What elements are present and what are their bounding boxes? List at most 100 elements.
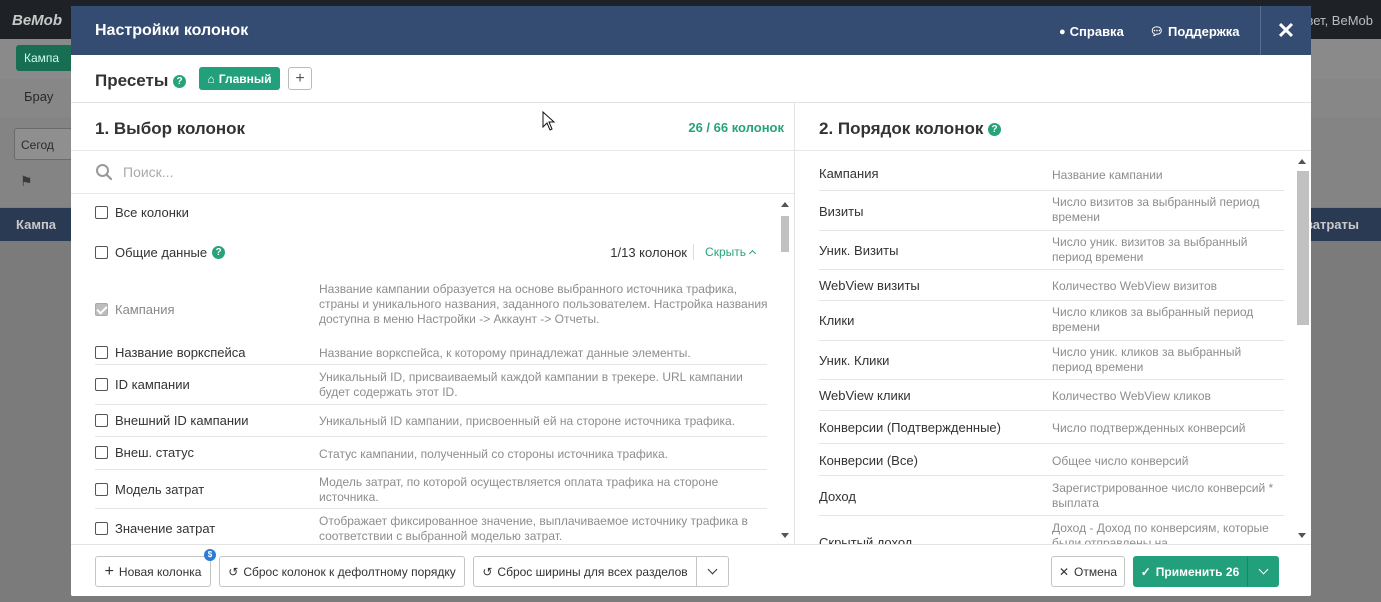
preset-main-label: Главный (218, 71, 272, 86)
divider (693, 244, 694, 260)
order-item[interactable]: Визиты Число визитов за выбранный период… (819, 191, 1284, 231)
support-link[interactable]: 💬︎ Поддержка (1150, 24, 1240, 39)
column-item-desc: Статус кампании, полученный со стороны и… (319, 447, 668, 461)
order-item-name: Визиты (819, 204, 864, 219)
checkbox-checked[interactable] (95, 303, 108, 316)
help-link[interactable]: ● Справка (1059, 24, 1124, 39)
order-item-desc: Число уник. кликов за выбранный период в… (1052, 345, 1242, 374)
hide-label: Скрыть (705, 245, 746, 259)
group-hide-toggle[interactable]: Скрыть (705, 245, 757, 259)
scroll-up-arrow[interactable] (781, 202, 789, 207)
group-general-data: Общие данные ? 1/13 колонок Скрыть (95, 244, 765, 260)
right-scrollbar[interactable] (1295, 155, 1309, 544)
reset-order-button[interactable]: ↺ Сброс колонок к дефолтному порядку (219, 556, 465, 587)
close-icon: ✕ (1058, 564, 1069, 579)
history-icon: ↺ (482, 564, 493, 579)
group-checkbox[interactable] (95, 246, 108, 259)
new-column-button[interactable]: + Новая колонка (95, 556, 211, 587)
column-item[interactable]: Внеш. статус Статус кампании, полученный… (95, 437, 767, 470)
reset-width-dropdown[interactable] (696, 556, 729, 587)
order-item-name: Уник. Визиты (819, 243, 899, 258)
presets-help-icon[interactable]: ? (173, 75, 187, 89)
chevron-down-icon (1258, 564, 1268, 575)
column-selection-title: 1. Выбор колонок (95, 119, 246, 138)
column-item[interactable]: Модель затрат Модель затрат, по которой … (95, 470, 767, 509)
add-preset-button[interactable]: + (288, 67, 312, 90)
check-icon: ✓ (1140, 564, 1151, 579)
search-input[interactable] (123, 160, 723, 184)
chevron-down-icon (707, 564, 718, 575)
divider (795, 150, 1311, 151)
bg-flag-icon: ⚑ (20, 173, 33, 189)
column-item[interactable]: Кампания Название кампании образуется на… (95, 282, 768, 338)
order-item-name: Конверсии (Все) (819, 453, 918, 468)
column-item-label: Кампания (115, 302, 175, 317)
bg-date-filter: Сегод (14, 128, 74, 160)
order-item[interactable]: Уник. Визиты Число уник. визитов за выбр… (819, 231, 1284, 270)
bg-campaigns-tab: Кампа (16, 45, 76, 71)
mouse-cursor-icon (542, 111, 556, 131)
scroll-down-arrow[interactable] (1298, 533, 1306, 538)
bg-browser-label: Брау (24, 89, 54, 104)
column-item-label: Значение затрат (115, 521, 216, 536)
order-item-desc: Общее число конверсий (1052, 454, 1189, 468)
scroll-down-arrow[interactable] (781, 533, 789, 538)
column-item[interactable]: Значение затрат Отображает фиксированное… (95, 509, 767, 544)
close-button[interactable]: ✕ (1260, 6, 1311, 55)
column-item[interactable]: ID кампании Уникальный ID, присваиваемый… (95, 365, 767, 405)
order-item-desc: Количество WebView кликов (1052, 389, 1211, 403)
order-item[interactable]: Кампания Название кампании (819, 160, 1284, 191)
column-item[interactable]: Название воркспейса Название воркспейса,… (95, 338, 767, 365)
order-item[interactable]: Клики Число кликов за выбранный период в… (819, 301, 1284, 341)
order-item-desc: Число уник. визитов за выбранный период … (1052, 235, 1248, 264)
apply-dropdown[interactable] (1247, 556, 1279, 587)
column-item-name: Внешний ID кампании (95, 413, 249, 428)
order-item[interactable]: Доход Зарегистрированное число конверсий… (819, 476, 1284, 516)
order-item-name: Скрытый доход (819, 535, 913, 544)
chevron-up-icon (748, 249, 757, 258)
order-item[interactable]: Конверсии (Подтвержденные) Число подтвер… (819, 411, 1284, 444)
column-order-help-icon[interactable]: ? (988, 123, 1002, 137)
column-item-name: ID кампании (95, 377, 190, 392)
checkbox[interactable] (95, 483, 108, 496)
bg-logo: BeMob (12, 12, 62, 29)
preset-main-button[interactable]: ⌂ Главный (199, 67, 280, 90)
home-icon: ⌂ (207, 71, 215, 86)
order-item[interactable]: Конверсии (Все) Общее число конверсий (819, 444, 1284, 476)
scroll-thumb[interactable] (1297, 171, 1309, 325)
column-item[interactable]: Внешний ID кампании Уникальный ID кампан… (95, 405, 767, 437)
question-circle-icon: ● (1059, 25, 1066, 38)
checkbox[interactable] (95, 522, 108, 535)
order-item[interactable]: WebView визиты Количество WebView визито… (819, 270, 1284, 301)
reset-width-button[interactable]: ↺ Сброс ширины для всех разделов (473, 556, 697, 587)
order-item[interactable]: Уник. Клики Число уник. кликов за выбран… (819, 341, 1284, 380)
dollar-badge-icon: $ (204, 549, 216, 561)
column-item-name: Значение затрат (95, 521, 215, 536)
order-item-desc: Зарегистрированное число конверсий * вып… (1052, 481, 1274, 510)
group-label: Общие данные (115, 245, 208, 260)
cancel-button[interactable]: ✕ Отмена (1051, 556, 1125, 587)
column-item-name: Внеш. статус (95, 445, 194, 460)
order-item[interactable]: Скрытый доход Доход - Доход по конверсия… (819, 516, 1284, 544)
support-label: Поддержка (1167, 24, 1240, 39)
order-item[interactable]: WebView клики Количество WebView кликов (819, 380, 1284, 411)
column-settings-modal: Настройки колонок ● Справка 💬︎ Поддержка… (71, 6, 1311, 596)
group-help-icon[interactable]: ? (212, 246, 226, 259)
checkbox[interactable] (95, 414, 108, 427)
column-item-desc: Отображает фиксированное значение, выпла… (319, 514, 748, 543)
presets-label: Пресеты (95, 71, 169, 90)
scroll-up-arrow[interactable] (1298, 159, 1306, 164)
scroll-thumb[interactable] (781, 216, 789, 252)
checkbox[interactable] (95, 346, 108, 359)
bg-table-head-left: Кампа (16, 217, 57, 232)
left-scrollbar[interactable] (779, 198, 791, 544)
checkbox[interactable] (95, 378, 108, 391)
order-item-desc: Количество WebView визитов (1052, 279, 1218, 293)
apply-button[interactable]: ✓ Применить 26 (1133, 556, 1247, 587)
all-columns-label: Все колонки (115, 205, 189, 220)
column-selection-panel: 1. Выбор колонок 26 / 66 колонок Все кол… (71, 103, 795, 544)
checkbox[interactable] (95, 206, 108, 219)
column-order-title: 2. Порядок колонок ? (819, 119, 1002, 139)
checkbox[interactable] (95, 446, 108, 459)
all-columns-checkbox[interactable]: Все колонки (95, 205, 189, 220)
